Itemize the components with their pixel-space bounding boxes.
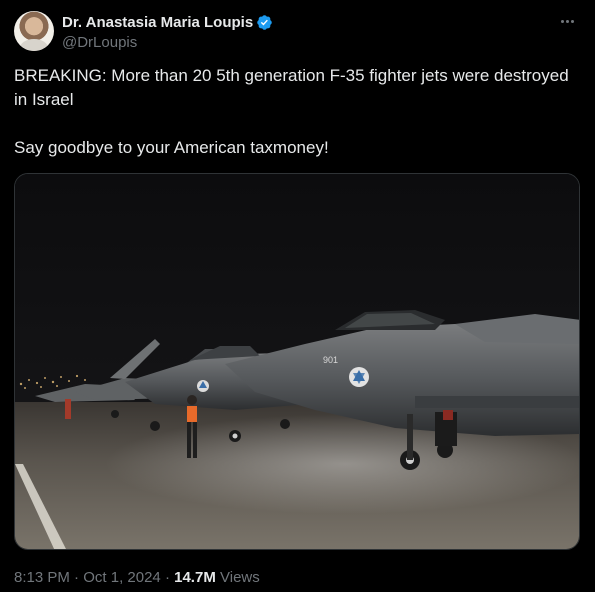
more-options-icon[interactable]	[557, 15, 577, 27]
tweet-photo[interactable]: 901	[14, 173, 580, 550]
f35-jets-photo: 901	[15, 174, 579, 549]
tweet-header: Dr. Anastasia Maria Loupis @DrLoupis	[14, 11, 581, 53]
tweet-meta: 8:13 PM · Oct 1, 2024 · 14.7M Views	[14, 569, 260, 586]
meta-separator-2: ·	[164, 569, 170, 586]
jet-marking: 901	[323, 355, 338, 365]
author-names: Dr. Anastasia Maria Loupis @DrLoupis	[62, 12, 273, 51]
tweet-text: BREAKING: More than 20 5th generation F-…	[14, 64, 574, 160]
handle[interactable]: @DrLoupis	[62, 34, 273, 51]
tweet-time[interactable]: 8:13 PM	[14, 569, 70, 586]
tweet-line-2: Say goodbye to your American taxmoney!	[14, 138, 329, 157]
avatar[interactable]	[14, 11, 54, 51]
views-label: Views	[220, 569, 260, 586]
tweet-date[interactable]: Oct 1, 2024	[83, 569, 161, 586]
display-name[interactable]: Dr. Anastasia Maria Loupis	[62, 14, 253, 31]
display-name-row: Dr. Anastasia Maria Loupis	[62, 12, 273, 32]
views-count[interactable]: 14.7M	[174, 569, 216, 586]
verified-badge-icon	[257, 14, 272, 30]
meta-separator: ·	[74, 569, 80, 586]
tweet-line-1: BREAKING: More than 20 5th generation F-…	[14, 66, 569, 109]
